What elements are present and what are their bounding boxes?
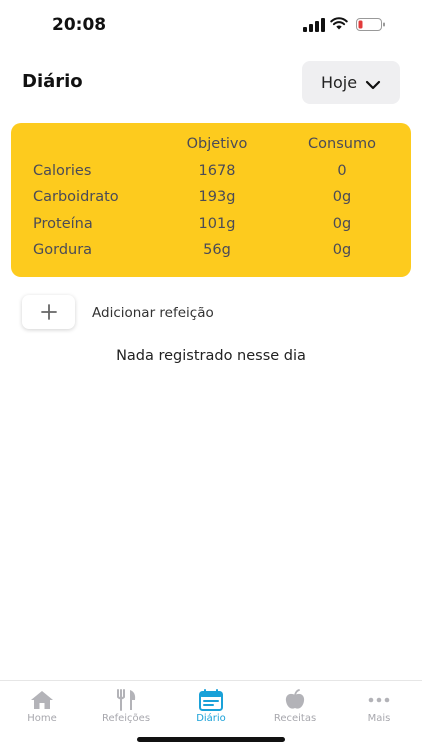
- add-meal-button[interactable]: [22, 295, 75, 329]
- calendar-icon: [199, 689, 223, 711]
- nutrient-consumed: 0g: [332, 189, 352, 205]
- tab-label: Receitas: [273, 713, 317, 724]
- nutrient-goal: 56g: [203, 242, 231, 258]
- date-selector[interactable]: Hoje: [302, 61, 400, 104]
- plus-icon: [40, 304, 57, 320]
- nutrient-goal: 1678: [198, 163, 236, 179]
- nutrient-name: Proteína: [33, 216, 93, 232]
- column-header-consumo: Consumo: [308, 136, 376, 152]
- date-selector-label: Hoje: [320, 73, 358, 92]
- wifi-icon: [330, 17, 348, 30]
- tab-label: Home: [27, 713, 57, 724]
- page-title: Diário: [22, 71, 83, 92]
- nutrient-name: Gordura: [33, 242, 93, 258]
- cellular-signal-icon: [303, 18, 325, 32]
- empty-state-message: Nada registrado nesse dia: [116, 348, 306, 364]
- nutrition-summary-card: Objetivo Consumo Calories 1678 0 Carboid…: [11, 123, 411, 277]
- battery-icon: [356, 18, 385, 31]
- column-header-objetivo: Objetivo: [186, 136, 248, 152]
- tab-refeicoes[interactable]: Refeições: [84, 681, 168, 731]
- tab-label: Refeições: [101, 713, 151, 724]
- chevron-down-icon: [365, 80, 381, 89]
- fork-knife-icon: [117, 689, 136, 711]
- nutrient-name: Carboidrato: [33, 189, 119, 205]
- tab-diario[interactable]: Diário: [169, 681, 253, 731]
- nutrient-consumed: 0: [337, 163, 347, 179]
- apple-icon: [285, 689, 305, 709]
- tab-receitas[interactable]: Receitas: [253, 681, 337, 731]
- nutrient-consumed: 0g: [332, 216, 352, 232]
- nutrient-goal: 101g: [198, 216, 236, 232]
- home-icon: [31, 691, 53, 709]
- tab-label: Mais: [367, 713, 391, 724]
- more-icon: [368, 697, 390, 703]
- tab-label: Diário: [196, 713, 226, 724]
- home-indicator: [137, 737, 285, 742]
- nutrient-consumed: 0g: [332, 242, 352, 258]
- nutrient-goal: 193g: [198, 189, 236, 205]
- status-time: 20:08: [52, 15, 107, 35]
- status-bar: 20:08: [0, 0, 422, 50]
- add-meal-label[interactable]: Adicionar refeição: [92, 305, 214, 321]
- nutrient-name: Calories: [33, 163, 92, 179]
- tab-mais[interactable]: Mais: [337, 681, 421, 731]
- tab-home[interactable]: Home: [0, 681, 84, 731]
